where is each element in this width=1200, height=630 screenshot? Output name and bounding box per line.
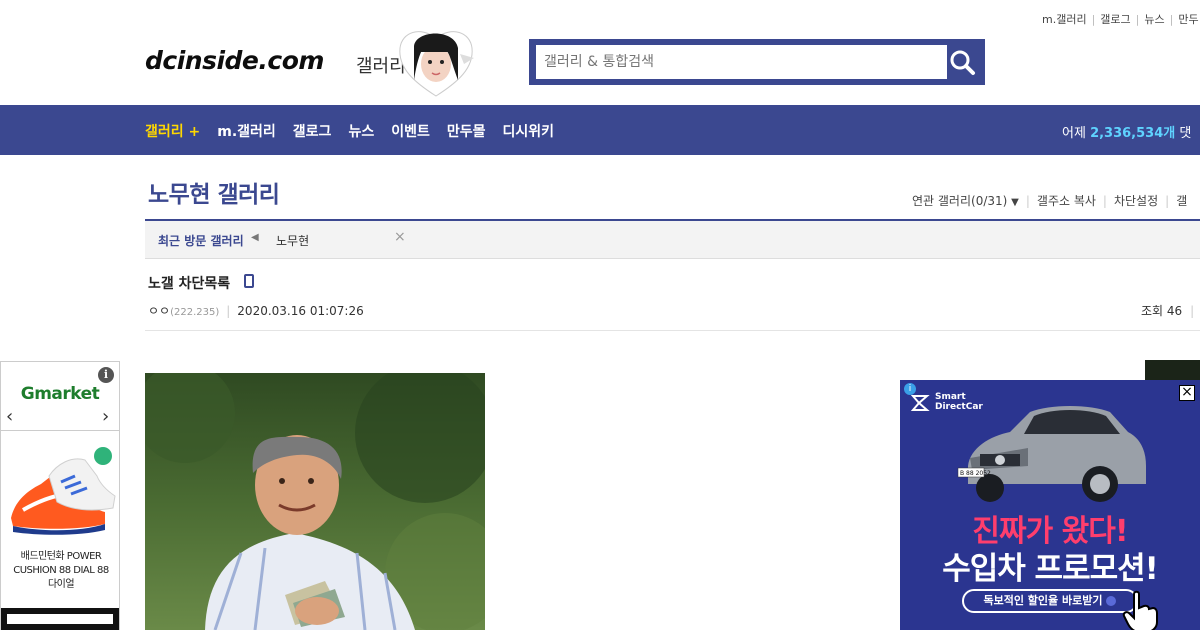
- chevron-left-icon[interactable]: ‹: [6, 406, 13, 427]
- post-meta: ㅇㅇ(222.235) | 2020.03.16 01:07:26: [148, 304, 364, 318]
- copy-address-button[interactable]: 갤주소 복사: [1037, 194, 1096, 208]
- post-date: 2020.03.16 01:07:26: [237, 304, 364, 318]
- caret-left-icon[interactable]: ◀: [251, 232, 259, 243]
- top-link-gallog[interactable]: 갤로그: [1100, 13, 1130, 26]
- ad-product-name: 배드민턴화 POWER CUSHION 88 DIAL 88 다이얼: [13, 551, 109, 590]
- car-plate-text: B 88 2052: [960, 470, 991, 477]
- nav-event[interactable]: 이벤트: [391, 124, 430, 140]
- daily-stat: 어제 2,336,534개 댓: [1062, 122, 1191, 141]
- edge-banner: [1145, 360, 1200, 380]
- caret-down-icon: ▼: [1011, 197, 1019, 208]
- search-box: [529, 39, 985, 85]
- top-link-news[interactable]: 뉴스: [1144, 13, 1164, 26]
- post-author[interactable]: ㅇㅇ: [148, 304, 170, 318]
- post-divider: [145, 330, 1200, 331]
- arrow-icon: [1106, 596, 1117, 606]
- shoe-image: [11, 447, 116, 535]
- post-title: 노갤 차단목록: [148, 276, 231, 292]
- search-button[interactable]: [940, 39, 985, 85]
- recent-galleries-label: 최근 방문 갤러리: [158, 234, 244, 248]
- ad-headline-2: 수입차 프로모션!: [942, 551, 1159, 587]
- gmarket-logo: Gmarket: [20, 384, 100, 404]
- car-image: B 88 2052: [957, 406, 1146, 502]
- nav-mgallery[interactable]: m.갤러리: [217, 124, 276, 140]
- post-photo: [145, 373, 485, 630]
- recent-galleries-bar: 최근 방문 갤러리 ◀ 노무현 ×: [145, 219, 1200, 259]
- nav-gallery[interactable]: 갤러리 +: [145, 124, 200, 140]
- chevron-right-icon[interactable]: ›: [102, 406, 109, 427]
- ad-footer: [1, 608, 119, 630]
- top-links: m.갤러리 | 갤로그 | 뉴스 | 만두: [1042, 13, 1199, 26]
- gallery-tools: 연관 갤러리(0/31) ▼ | 갤주소 복사 | 차단설정 | 갤: [912, 194, 1188, 208]
- search-input[interactable]: [536, 45, 947, 79]
- block-settings-button[interactable]: 차단설정: [1114, 194, 1158, 208]
- nav-dcwiki[interactable]: 디시위키: [502, 124, 554, 140]
- nav-mandumall[interactable]: 만두몰: [447, 124, 486, 140]
- search-icon: [950, 50, 975, 75]
- stat-label: 어제: [1062, 126, 1086, 141]
- site-logo[interactable]: dcinside.com: [145, 46, 324, 75]
- close-icon[interactable]: ×: [394, 229, 406, 245]
- nav-news[interactable]: 뉴스: [348, 124, 374, 140]
- gallery-more-button[interactable]: 갤: [1176, 194, 1187, 208]
- recent-gallery-item[interactable]: 노무현: [276, 232, 309, 249]
- mobile-icon: [244, 274, 254, 288]
- related-gallery-button[interactable]: 연관 갤러리(0/31) ▼: [912, 194, 1019, 208]
- hand-cursor-icon: [1122, 590, 1158, 630]
- info-icon[interactable]: i: [98, 367, 114, 383]
- gallery-title[interactable]: 노무현 갤러리: [148, 175, 280, 209]
- smart-directcar-logo-icon: [910, 395, 930, 411]
- mascot-image: [399, 31, 474, 97]
- top-link-mandu[interactable]: 만두: [1178, 13, 1198, 26]
- stat-suffix: 댓: [1179, 126, 1192, 141]
- post-views: 조회 46 |: [1141, 304, 1195, 318]
- nav-gallog[interactable]: 갤로그: [293, 124, 332, 140]
- ad-cta-button[interactable]: 독보적인 할인율 바로받기: [962, 589, 1138, 613]
- post-author-ip: (222.235): [170, 307, 220, 318]
- close-icon[interactable]: ×: [1179, 385, 1195, 401]
- ad-gmarket[interactable]: i Gmarket ‹ › 배드민턴화 POWER CUSHION 88 DIA…: [0, 361, 120, 630]
- top-link-mgallery[interactable]: m.갤러리: [1042, 13, 1087, 26]
- global-nav: 갤러리 + m.갤러리 갤로그 뉴스 이벤트 만두몰 디시위키 어제 2,336,534개 …: [0, 105, 1200, 155]
- ad-smart-directcar[interactable]: i Smart DirectCar × B 88 2052 진짜가 왔다! 수입차…: [900, 380, 1200, 630]
- stat-value: 2,336,534개: [1090, 126, 1176, 141]
